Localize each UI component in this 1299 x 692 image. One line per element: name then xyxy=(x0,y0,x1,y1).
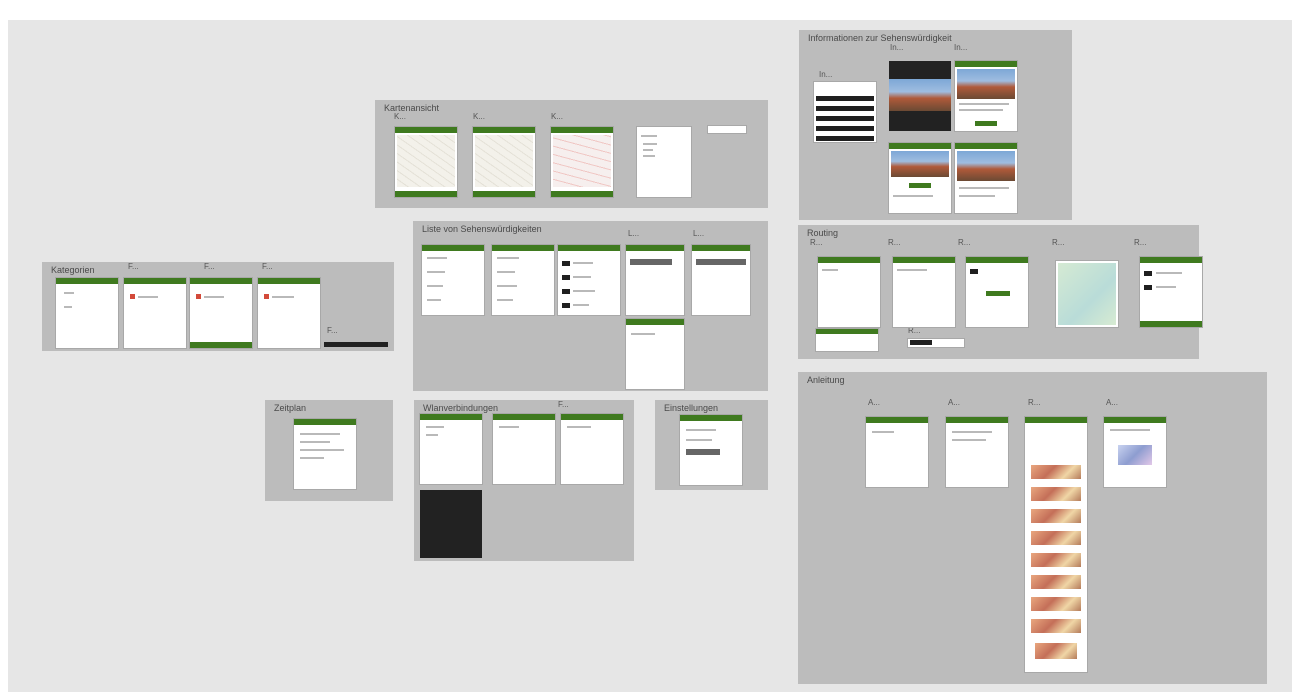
phone-screen-info[interactable] xyxy=(955,61,1017,131)
phone-screen-map[interactable] xyxy=(551,127,613,197)
section-title: Wlanverbindungen xyxy=(423,403,499,413)
artboard-label: K... xyxy=(394,112,407,121)
phone-screen-tutorial-long[interactable] xyxy=(1025,417,1087,672)
section-title: Routing xyxy=(807,228,839,238)
artboard-group-kartenansicht[interactable]: Kartenansicht K... K... K... xyxy=(375,100,768,208)
phone-screen-list[interactable] xyxy=(492,245,554,315)
section-title: Zeitplan xyxy=(274,403,307,413)
phone-screen-tutorial[interactable] xyxy=(946,417,1008,487)
phone-screen-tutorial[interactable] xyxy=(1104,417,1166,487)
phone-screen-list[interactable] xyxy=(558,245,620,315)
artboard-label: A... xyxy=(1106,398,1119,407)
phone-screen-photo-dark[interactable] xyxy=(889,61,951,131)
route-summary-card[interactable] xyxy=(816,329,878,351)
phone-screen-route-map[interactable] xyxy=(1056,261,1118,327)
phone-screen-schedule[interactable] xyxy=(294,419,356,489)
artboard-group-kategorien[interactable]: Kategorien F... F... F... F... xyxy=(42,262,394,351)
phone-screen-list[interactable] xyxy=(422,245,484,315)
phone-screen-category[interactable] xyxy=(258,278,320,348)
artboard-label: R... xyxy=(1052,238,1065,247)
artboard-label: In... xyxy=(954,43,968,52)
artboard-label: L... xyxy=(628,229,640,238)
phone-screen-map[interactable] xyxy=(473,127,535,197)
phone-screen-wlan[interactable] xyxy=(561,414,623,484)
artboard-label: K... xyxy=(473,112,486,121)
phone-screen-category[interactable] xyxy=(56,278,118,348)
artboard-label: L... xyxy=(693,229,705,238)
artboard-label: F... xyxy=(262,262,273,271)
artboard-label: R... xyxy=(888,238,901,247)
artboard-label: F... xyxy=(128,262,139,271)
phone-screen-tutorial[interactable] xyxy=(866,417,928,487)
artboard-label: R... xyxy=(1028,398,1041,407)
phone-screen-info[interactable] xyxy=(955,143,1017,213)
artboard-group-routing[interactable]: Routing R... R... R... R... R... R... xyxy=(798,225,1202,359)
artboard-label: A... xyxy=(948,398,961,407)
section-title: Liste von Sehenswürdigkeiten xyxy=(422,224,542,234)
section-title: Anleitung xyxy=(807,375,845,385)
phone-screen-routing[interactable] xyxy=(1140,257,1202,327)
section-title: Kategorien xyxy=(51,265,95,275)
artboard-label: R... xyxy=(958,238,971,247)
artboard-label: In... xyxy=(819,70,833,79)
artboard-label: A... xyxy=(868,398,881,407)
artboard-label: In... xyxy=(890,43,904,52)
artboard-group-anleitung[interactable]: Anleitung A... A... R... A... xyxy=(798,372,1267,684)
phone-screen-map[interactable] xyxy=(395,127,457,197)
artboard-group-einstellungen[interactable]: Einstellungen xyxy=(655,400,768,490)
phone-screen-category[interactable] xyxy=(190,278,252,348)
phone-screen-wlan[interactable] xyxy=(493,414,555,484)
artboard-label: R... xyxy=(908,326,921,335)
artboard-group-informationen[interactable]: Informationen zur Sehenswürdigkeit In...… xyxy=(799,30,1072,220)
phone-screen-list-search[interactable] xyxy=(692,245,750,315)
artboard-label: K... xyxy=(551,112,564,121)
phone-screen-routing[interactable] xyxy=(966,257,1028,327)
artboard-group-liste[interactable]: Liste von Sehenswürdigkeiten L... L... xyxy=(413,221,768,391)
section-title: Kartenansicht xyxy=(384,103,440,113)
phone-screen-category[interactable] xyxy=(124,278,186,348)
artboard-group-zeitplan[interactable]: Zeitplan xyxy=(265,400,393,501)
route-toolbar[interactable] xyxy=(908,339,964,347)
terminal-screen[interactable] xyxy=(420,490,482,558)
phone-screen-info[interactable] xyxy=(889,143,951,213)
phone-screen-detail[interactable] xyxy=(626,319,684,389)
design-canvas[interactable]: Kartenansicht K... K... K... Liste von S… xyxy=(8,20,1292,692)
artboard-label: R... xyxy=(1134,238,1147,247)
phone-screen-routing[interactable] xyxy=(818,257,880,327)
popup-card[interactable] xyxy=(708,126,746,133)
info-list-card[interactable] xyxy=(814,82,876,142)
artboard-label: F... xyxy=(327,326,338,335)
section-title: Informationen zur Sehenswürdigkeit xyxy=(808,33,952,43)
artboard-group-wlan[interactable]: Wlanverbindungen F... xyxy=(414,400,634,561)
artboard-label: R... xyxy=(810,238,823,247)
artboard-label: F... xyxy=(204,262,215,271)
phone-screen-settings[interactable] xyxy=(680,415,742,485)
section-title: Einstellungen xyxy=(664,403,719,413)
artboard-label: F... xyxy=(558,400,569,409)
toast-bar xyxy=(324,342,388,347)
phone-screen-list-search[interactable] xyxy=(626,245,684,315)
phone-screen-routing[interactable] xyxy=(893,257,955,327)
phone-screen-wlan[interactable] xyxy=(420,414,482,484)
phone-screen-menu[interactable] xyxy=(637,127,691,197)
